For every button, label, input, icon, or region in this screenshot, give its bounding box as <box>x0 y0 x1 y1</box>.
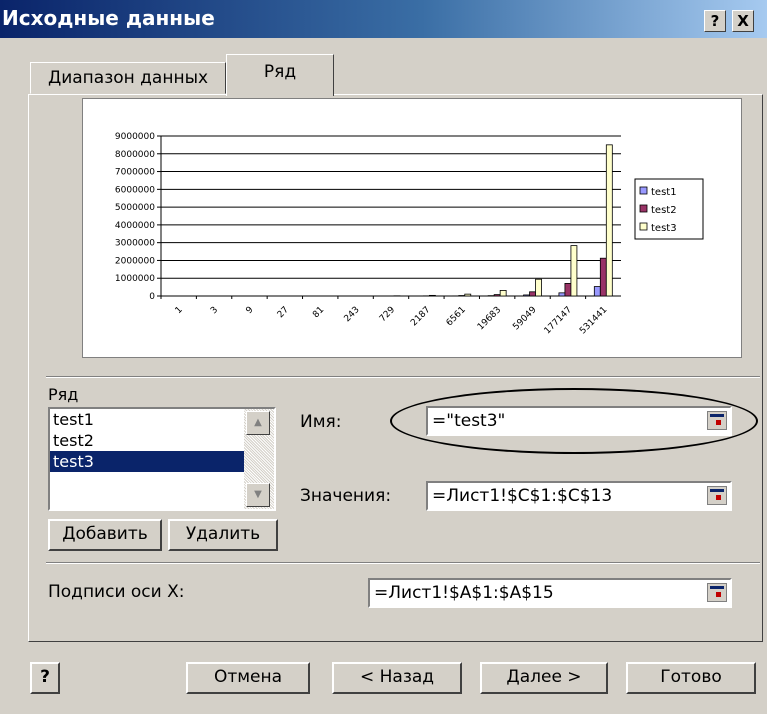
legend-swatch-test3 <box>639 222 648 231</box>
y-tick-label: 7000000 <box>115 168 155 178</box>
series-list-label: Ряд <box>48 385 79 404</box>
next-button[interactable]: Далее > <box>480 662 608 694</box>
finish-button[interactable]: Готово <box>626 662 756 694</box>
bar-test3 <box>428 294 436 297</box>
scroll-up-icon[interactable]: ▲ <box>246 411 270 435</box>
x-tick-label: 177147 <box>543 305 574 336</box>
list-item[interactable]: test1 <box>50 409 274 430</box>
help-title-button[interactable]: ? <box>704 10 726 32</box>
x-tick-label: 243 <box>343 305 362 324</box>
bar-test2 <box>564 283 572 297</box>
name-label: Имя: <box>300 412 342 432</box>
bar-test3 <box>605 144 613 297</box>
x-tick-label: 81 <box>311 305 326 320</box>
y-tick-label: 6000000 <box>115 185 155 195</box>
list-item-selected[interactable]: test3 <box>50 451 246 472</box>
help-button[interactable]: ? <box>30 662 60 694</box>
x-tick-label: 729 <box>378 305 397 324</box>
bar-test3 <box>499 290 507 297</box>
range-select-icon[interactable] <box>707 583 727 602</box>
y-tick-label: 8000000 <box>115 150 155 160</box>
legend-label-test1: test1 <box>651 187 677 198</box>
remove-series-button[interactable]: Удалить <box>168 519 278 551</box>
scroll-down-icon[interactable]: ▼ <box>246 483 270 507</box>
x-tick-label: 19683 <box>476 305 503 332</box>
window-title: Исходные данные <box>2 6 215 30</box>
separator <box>46 562 760 564</box>
x-tick-label: 59049 <box>511 305 539 333</box>
bar-test1 <box>523 294 530 297</box>
close-button[interactable]: X <box>732 10 754 32</box>
highlight-oval <box>390 388 758 454</box>
x-tick-label: 27 <box>276 305 291 320</box>
y-tick-label: 9000000 <box>115 132 155 142</box>
bar-test2 <box>599 257 607 297</box>
legend-swatch-test2 <box>639 204 648 213</box>
legend-swatch-test1 <box>639 186 648 195</box>
bar-test3 <box>570 245 578 297</box>
bar-test2 <box>493 294 501 297</box>
xaxis-labels-field[interactable]: =Лист1!$A$1:$A$15 <box>368 578 732 608</box>
values-field[interactable]: =Лист1!$C$1:$C$13 <box>426 481 732 511</box>
bar-test2 <box>529 291 536 297</box>
title-bar[interactable]: Исходные данные ? X <box>0 0 767 38</box>
chart-svg: 9000000 8000000 7000000 6000000 5000000 40000… <box>115 132 704 336</box>
y-tick-label: 3000000 <box>115 239 155 249</box>
bar-test1 <box>558 292 566 297</box>
y-tick-label: 5000000 <box>115 203 155 213</box>
series-listbox[interactable]: test1 test2 test3 ▲ ▼ <box>48 407 276 511</box>
xaxis-field-value: =Лист1!$A$1:$A$15 <box>374 583 554 603</box>
legend-label-test3: test3 <box>651 223 677 234</box>
x-tick-label: 9 <box>244 305 255 316</box>
values-field-value: =Лист1!$C$1:$C$13 <box>432 486 613 506</box>
xaxis-labels-label: Подписи оси X: <box>48 582 185 602</box>
bar-test3 <box>535 278 542 297</box>
bar-test3 <box>464 293 472 297</box>
tab-series[interactable]: Ряд <box>226 54 334 96</box>
y-tick-label: 1000000 <box>115 274 155 284</box>
listbox-scrollbar[interactable]: ▲ ▼ <box>244 409 274 509</box>
y-tick-label: 2000000 <box>115 256 155 266</box>
separator <box>46 376 760 378</box>
bar-test1 <box>593 286 601 297</box>
add-series-button[interactable]: Добавить <box>48 519 162 551</box>
legend-label-test2: test2 <box>651 205 677 216</box>
back-button[interactable]: < Назад <box>332 662 462 694</box>
x-tick-label: 531441 <box>578 305 609 336</box>
x-tick-label: 3 <box>209 305 220 316</box>
values-label: Значения: <box>300 486 392 506</box>
range-select-icon[interactable] <box>707 486 727 505</box>
cancel-button[interactable]: Отмена <box>186 662 310 694</box>
x-tick-label: 2187 <box>409 305 432 328</box>
chart-preview: 9000000 8000000 7000000 6000000 5000000 40000… <box>82 98 742 358</box>
x-tick-label: 1 <box>174 305 185 316</box>
tab-data-range[interactable]: Диапазон данных <box>30 62 226 94</box>
x-tick-label: 6561 <box>445 305 468 328</box>
list-item[interactable]: test2 <box>50 430 274 451</box>
y-tick-label: 0 <box>149 292 155 302</box>
y-tick-label: 4000000 <box>115 221 155 231</box>
